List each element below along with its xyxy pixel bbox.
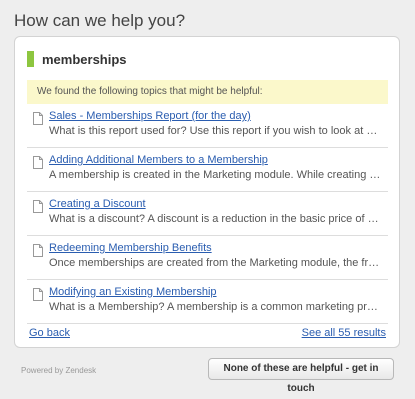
result-title-link[interactable]: Sales - Memberships Report (for the day) <box>49 110 251 122</box>
result-title-link[interactable]: Creating a Discount <box>49 198 146 210</box>
result-snippet: Once memberships are created from the Ma… <box>49 257 382 269</box>
search-marker <box>27 51 34 67</box>
document-icon <box>33 244 43 257</box>
result-snippet: What is a discount? A discount is a redu… <box>49 213 382 225</box>
search-term: memberships <box>42 51 127 67</box>
result-snippet: What is a Membership? A membership is a … <box>49 301 382 313</box>
results-notice: We found the following topics that might… <box>27 80 388 104</box>
document-icon <box>33 112 43 125</box>
page-title: How can we help you? <box>14 11 186 30</box>
document-icon <box>33 288 43 301</box>
see-all-results-link[interactable]: See all 55 results <box>302 327 386 339</box>
result-item: Redeeming Membership Benefits Once membe… <box>27 236 388 280</box>
document-icon <box>33 156 43 169</box>
search-results-panel: memberships We found the following topic… <box>14 36 400 348</box>
result-snippet: What is this report used for? Use this r… <box>49 125 382 137</box>
document-icon <box>33 200 43 213</box>
get-in-touch-button[interactable]: None of these are helpful - get in touch <box>208 358 394 394</box>
search-term-row: memberships <box>27 50 127 68</box>
go-back-link[interactable]: Go back <box>29 327 70 339</box>
result-item: Creating a Discount What is a discount? … <box>27 192 388 236</box>
result-title-link[interactable]: Redeeming Membership Benefits <box>49 242 212 254</box>
result-item: Adding Additional Members to a Membershi… <box>27 148 388 192</box>
result-item: Sales - Memberships Report (for the day)… <box>27 104 388 148</box>
result-item: Modifying an Existing Membership What is… <box>27 280 388 324</box>
results-list: Sales - Memberships Report (for the day)… <box>27 104 388 324</box>
result-snippet: A membership is created in the Marketing… <box>49 169 382 181</box>
result-title-link[interactable]: Modifying an Existing Membership <box>49 286 217 298</box>
powered-by-label: Powered by Zendesk <box>21 366 97 375</box>
result-title-link[interactable]: Adding Additional Members to a Membershi… <box>49 154 268 166</box>
